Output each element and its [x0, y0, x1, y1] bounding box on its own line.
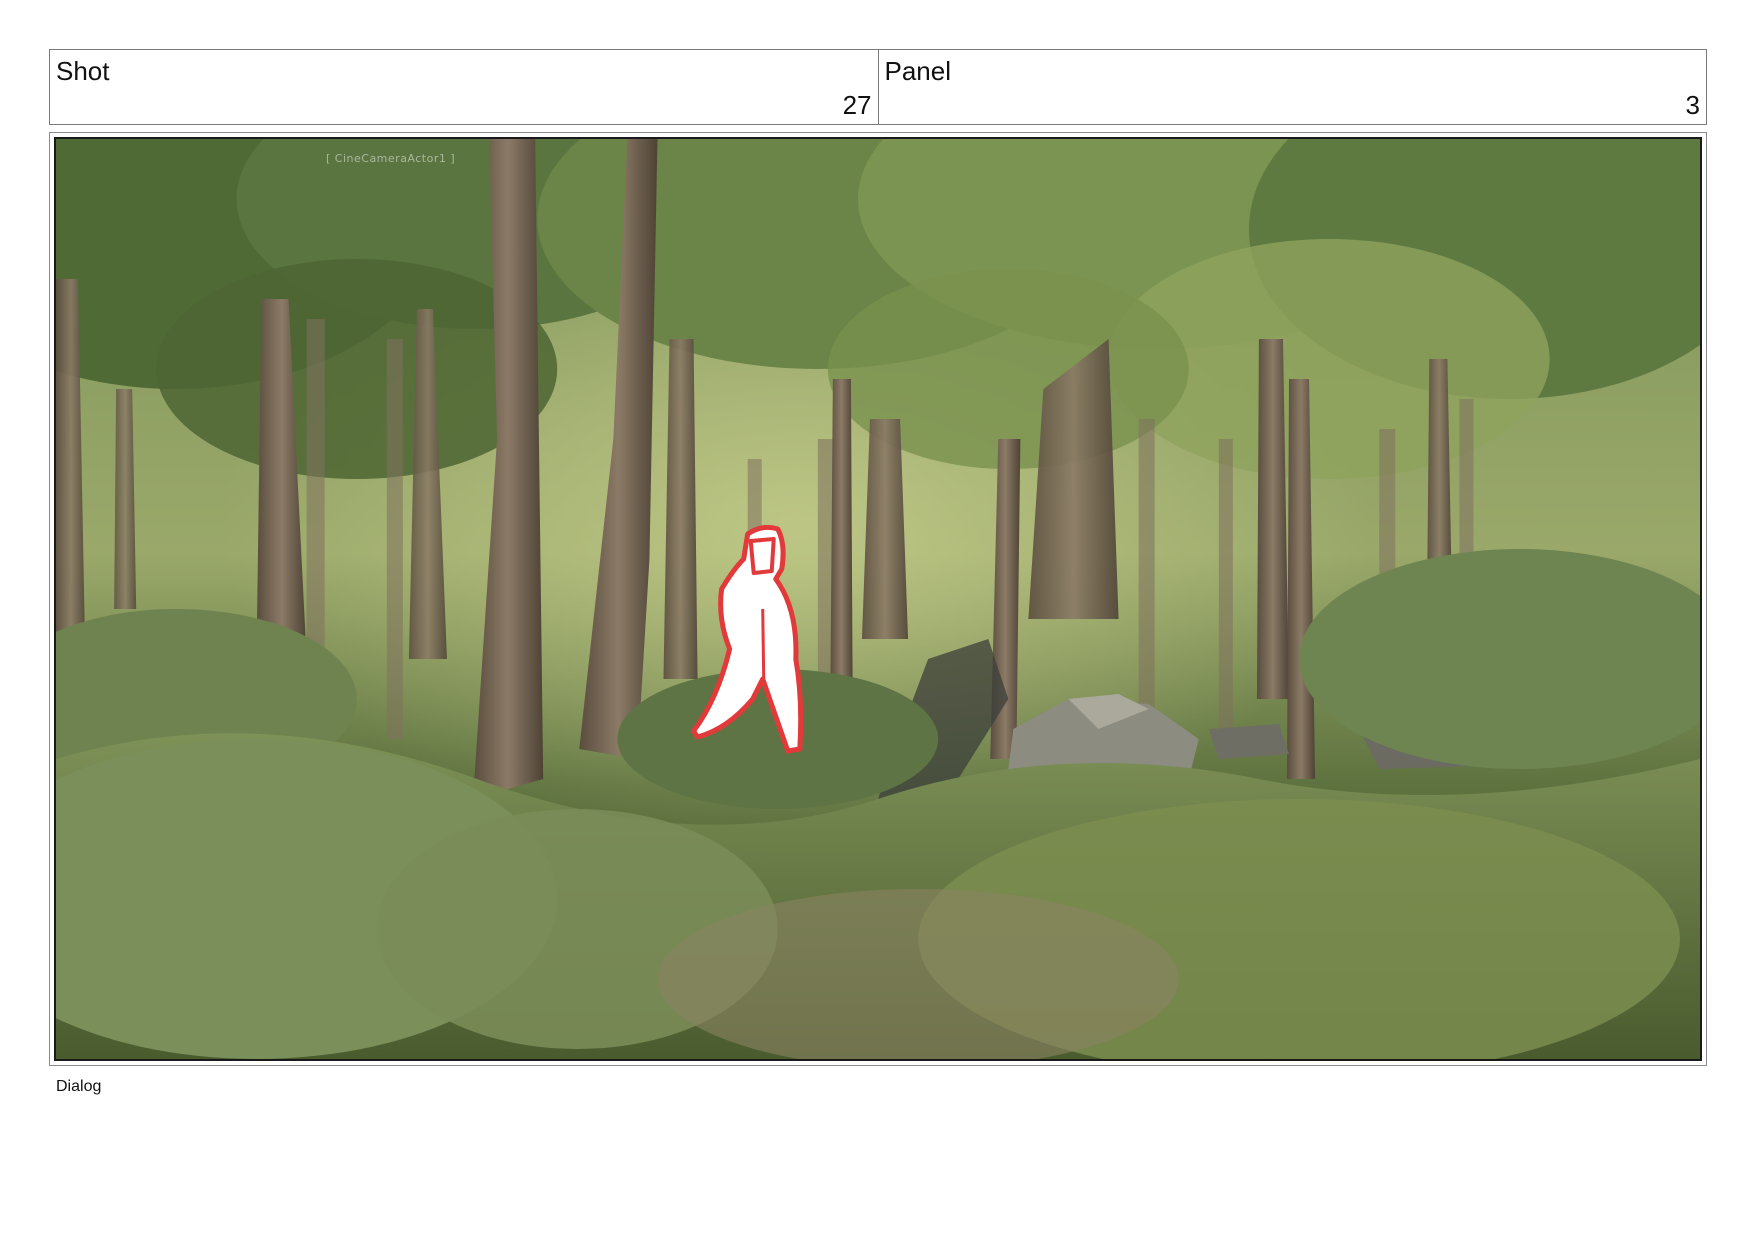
forest-scene: [56, 139, 1700, 1059]
panel-header: Shot 27 Panel 3: [49, 49, 1707, 125]
shot-cell: Shot 27: [50, 50, 878, 124]
camera-overlay-label: [ CineCameraActor1 ]: [326, 152, 456, 165]
panel-number: 3: [1685, 90, 1700, 120]
shot-label: Shot: [56, 56, 110, 86]
panel-label: Panel: [884, 56, 952, 86]
shot-number: 27: [842, 90, 872, 120]
storyboard-frame: [ CineCameraActor1 ]: [49, 132, 1707, 1066]
dialog-label: Dialog: [56, 1078, 102, 1095]
storyboard-image: [ CineCameraActor1 ]: [54, 137, 1702, 1061]
panel-cell: Panel 3: [877, 50, 1707, 124]
